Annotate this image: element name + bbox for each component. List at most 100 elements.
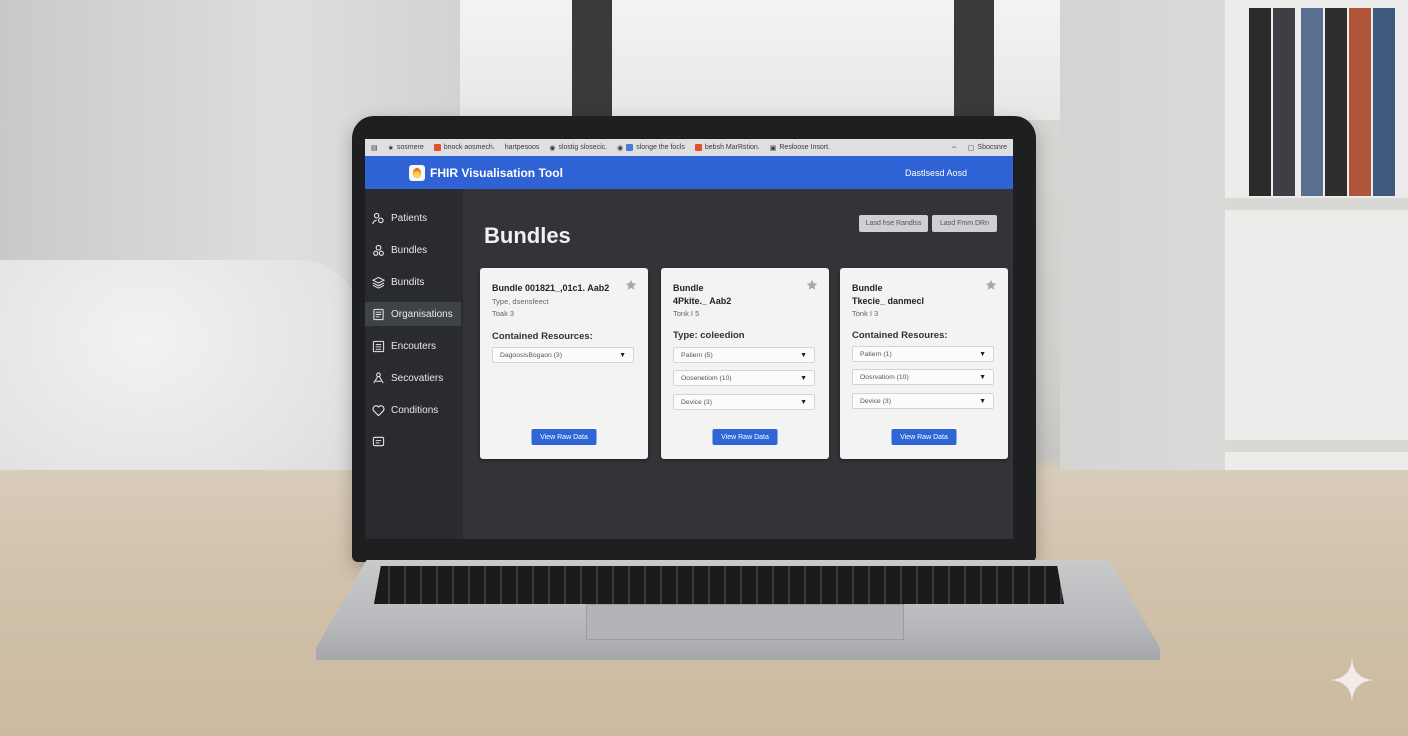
book [1301, 8, 1323, 196]
resource-dropdown[interactable]: Device (3) ▼ [673, 394, 815, 410]
heart-icon [372, 404, 385, 416]
sidebar-item-label: Bundles [391, 244, 428, 256]
resource-dropdown[interactable]: Oosrvatiom (10) ▼ [852, 369, 994, 385]
globe-icon: ◉ [617, 144, 624, 152]
book [1325, 8, 1347, 196]
laptop-keyboard [374, 566, 1064, 604]
bookshelf [1225, 0, 1408, 470]
layers-icon [372, 276, 385, 289]
load-from-drive-button[interactable]: Lasd Fmm DRn [932, 215, 997, 232]
sidebar-item-label: Organisations [391, 308, 453, 320]
bundle-card[interactable]: Bundle 4Pkite._ Aab2 Tonk I 5 Type: cole… [661, 268, 829, 459]
page-title: Bundles [484, 223, 571, 248]
sidebar-item-encouters[interactable]: Encouters [365, 334, 461, 358]
browser-tab[interactable]: bnock aosmech. [433, 144, 495, 151]
caret-down-icon: ▼ [979, 350, 986, 358]
caret-down-icon: ▼ [979, 397, 986, 405]
main-content: Bundles Lasd hse Randlss Lasd Fmm DRn Bu… [463, 189, 1013, 539]
sidebar: Patients Bundles Bundits Organisations E… [365, 189, 463, 539]
globe-icon: ◉ [549, 144, 556, 152]
network-icon [373, 371, 384, 383]
sidebar-item-secovatiers[interactable]: Secovatiers [365, 366, 461, 390]
bundle-total-text: Toak 3 [492, 309, 515, 318]
document-icon: ▣ [769, 144, 777, 152]
bundle-card-title: Bundle Tkecie_ danmecl [852, 283, 925, 306]
book [1273, 8, 1295, 196]
bundle-type-heading: Type: coleedion [673, 330, 745, 341]
tab-favicon-icon [626, 144, 634, 151]
caret-down-icon: ▼ [979, 373, 986, 381]
list-icon [372, 340, 385, 352]
bundle-type-text: Type, dsensfeect [492, 297, 549, 306]
browser-tab[interactable]: ◉ slostig slosecic. [549, 144, 607, 152]
browser-menu-icon[interactable]: ▤ [371, 144, 378, 152]
star-icon: ★ [387, 144, 394, 152]
star-icon[interactable] [625, 279, 637, 291]
chat-icon [372, 436, 385, 446]
window-icon: ▢ [967, 144, 975, 152]
star-icon[interactable] [985, 279, 997, 291]
sidebar-item-label: Secovatiers [391, 372, 444, 384]
sidebar-item-patients[interactable]: Patients [365, 206, 461, 230]
browser-profile[interactable]: ▢ Sbocsnre [968, 144, 1007, 152]
resource-dropdown[interactable]: Patiern (1) ▼ [852, 346, 994, 362]
book [1373, 8, 1395, 196]
browser-tab-strip: ▤ ★ sosmere bnock aosmech. hartpesoos ◉ … [365, 139, 1013, 156]
view-raw-data-button[interactable]: View Raw Data [531, 429, 597, 445]
browser-tab[interactable]: bebsh MarRstion. [694, 144, 760, 151]
browser-tab[interactable]: ▣ Resloose Insort. [770, 144, 830, 152]
bundle-total-text: Tonk I 5 [673, 309, 700, 318]
laptop-screen: ▤ ★ sosmere bnock aosmech. hartpesoos ◉ … [365, 139, 1013, 539]
book [1249, 8, 1271, 196]
bundle-card-title: Bundle 4Pkite._ Aab2 [673, 283, 732, 306]
shelf-board [1225, 198, 1408, 210]
browser-tab[interactable]: ◉ slonge the focls [617, 144, 685, 152]
resource-dropdown[interactable]: Oosenetiom (10) ▼ [673, 370, 815, 386]
star-icon[interactable] [806, 279, 818, 291]
app-header: FHIR Visualisation Tool Dastlsesd Aosd [365, 156, 1013, 189]
caret-down-icon: ▼ [619, 351, 626, 359]
header-dashboard-link[interactable]: Dastlsesd Aosd [905, 168, 967, 178]
sidebar-item-label: Encouters [391, 340, 437, 352]
sidebar-item-bundits[interactable]: Bundits [365, 270, 461, 294]
resource-dropdown[interactable]: Device (3) ▼ [852, 393, 994, 409]
extensions-icon[interactable]: ⇔ [951, 144, 958, 151]
view-raw-data-button[interactable]: View Raw Data [891, 429, 957, 445]
bundle-card-title: Bundle 001821_,01c1. Aab2 [492, 283, 610, 293]
browser-tab[interactable]: ★ sosmere [388, 144, 424, 152]
bundle-total-text: Tonk I 3 [852, 309, 879, 318]
bundle-card[interactable]: Bundle Tkecie_ danmecl Tonk I 3 Containe… [840, 268, 1008, 459]
window-frame [572, 0, 612, 120]
laptop-trackpad [586, 604, 904, 640]
document-icon [373, 308, 384, 320]
view-raw-data-button[interactable]: View Raw Data [712, 429, 778, 445]
shelf-board [1225, 440, 1408, 452]
load-bundles-button[interactable]: Lasd hse Randlss [859, 215, 928, 232]
contained-resources-heading: Contained Resources: [492, 331, 593, 342]
caret-down-icon: ▼ [800, 398, 807, 406]
sparkle-watermark-icon [1330, 658, 1374, 702]
book [1349, 8, 1371, 196]
background-window [460, 0, 1150, 120]
sidebar-item-label: Patients [391, 212, 428, 224]
people-icon [373, 244, 384, 256]
people-icon [372, 212, 384, 224]
browser-tab[interactable]: hartpesoos [505, 144, 540, 151]
fhir-flame-logo-icon [409, 164, 425, 181]
caret-down-icon: ▼ [800, 374, 807, 382]
bundle-card[interactable]: Bundle 001821_,01c1. Aab2 Type, dsensfee… [480, 268, 648, 459]
sidebar-item-chat[interactable] [365, 429, 461, 453]
resource-dropdown[interactable]: Patiern (5) ▼ [673, 347, 815, 363]
sidebar-item-organisations[interactable]: Organisations [365, 302, 461, 326]
sidebar-item-conditions[interactable]: Conditions [365, 398, 461, 422]
resource-dropdown[interactable]: DagoosisBogaon (3) ▼ [492, 347, 634, 363]
tab-favicon-icon [694, 144, 702, 151]
sidebar-item-label: Conditions [391, 404, 439, 416]
contained-resources-heading: Contained Resoures: [852, 330, 948, 341]
sidebar-item-label: Bundits [391, 276, 425, 288]
sidebar-item-bundles[interactable]: Bundles [365, 238, 461, 262]
window-frame [954, 0, 994, 120]
tab-favicon-icon [433, 144, 441, 151]
caret-down-icon: ▼ [800, 351, 807, 359]
app-title: FHIR Visualisation Tool [430, 165, 563, 180]
